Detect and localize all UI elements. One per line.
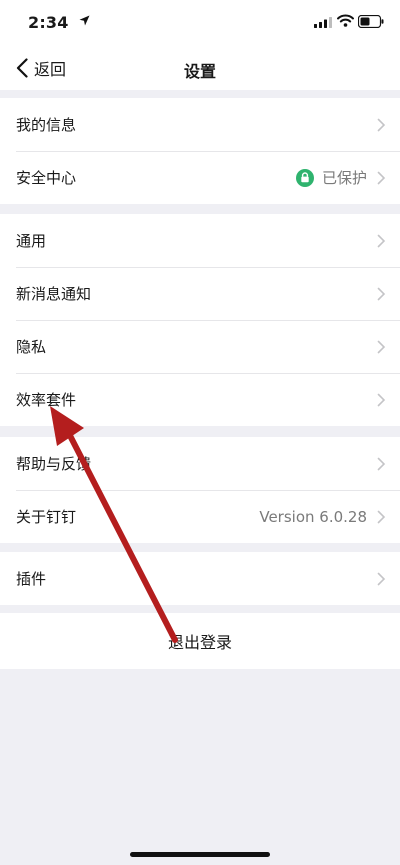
settings-item-notifications[interactable]: 新消息通知 [0,267,400,320]
settings-item-security-center[interactable]: 安全中心 已保护 [0,151,400,204]
chevron-right-icon [377,234,386,247]
settings-item-label: 安全中心 [16,169,77,187]
settings-item-help-feedback[interactable]: 帮助与反馈 [0,437,400,490]
settings-item-my-info[interactable]: 我的信息 [0,98,400,151]
settings-item-about[interactable]: 关于钉钉 Version 6.0.28 [0,490,400,543]
nav-bar: 返回 设置 [0,46,400,90]
settings-item-label: 我的信息 [16,116,77,134]
settings-item-privacy[interactable]: 隐私 [0,320,400,373]
chevron-right-icon [377,171,386,184]
chevron-right-icon [377,340,386,353]
security-status-value: 已保护 [321,169,367,187]
status-bar: 2:34 [0,0,400,46]
chevron-right-icon [377,393,386,406]
chevron-right-icon [377,118,386,131]
battery-icon [358,15,384,28]
settings-group-account: 我的信息 安全中心 已保护 [0,98,400,204]
settings-group-general: 通用 新消息通知 隐私 效率套件 [0,214,400,426]
chevron-right-icon [377,510,386,523]
chevron-right-icon [377,572,386,585]
settings-item-label: 插件 [16,570,47,588]
settings-item-efficiency-suite[interactable]: 效率套件 [0,373,400,426]
lock-icon [295,168,314,187]
location-arrow-icon [79,15,90,26]
status-time: 2:34 [28,13,69,32]
version-value: Version 6.0.28 [259,507,367,526]
settings-group-about: 帮助与反馈 关于钉钉 Version 6.0.28 [0,437,400,543]
settings-screen: 2:34 返回 设置 我的信息 安全中心 已保护 通用 新消息通知 隐私 效率套… [0,0,400,865]
chevron-right-icon [377,457,386,470]
settings-item-label: 关于钉钉 [16,508,77,526]
logout-label: 退出登录 [167,633,232,652]
page-title: 设置 [183,62,216,81]
chevron-right-icon [377,287,386,300]
settings-item-label: 新消息通知 [16,285,92,303]
signal-icon [314,17,332,28]
settings-group-plugins: 插件 [0,552,400,605]
settings-item-plugins[interactable]: 插件 [0,552,400,605]
settings-item-label: 隐私 [16,338,47,356]
settings-item-label: 效率套件 [16,391,77,409]
settings-item-label: 通用 [16,232,47,250]
wifi-icon [337,14,354,27]
settings-item-label: 帮助与反馈 [16,455,92,473]
logout-button[interactable]: 退出登录 [0,613,400,669]
home-indicator [130,852,270,857]
settings-item-general[interactable]: 通用 [0,214,400,267]
